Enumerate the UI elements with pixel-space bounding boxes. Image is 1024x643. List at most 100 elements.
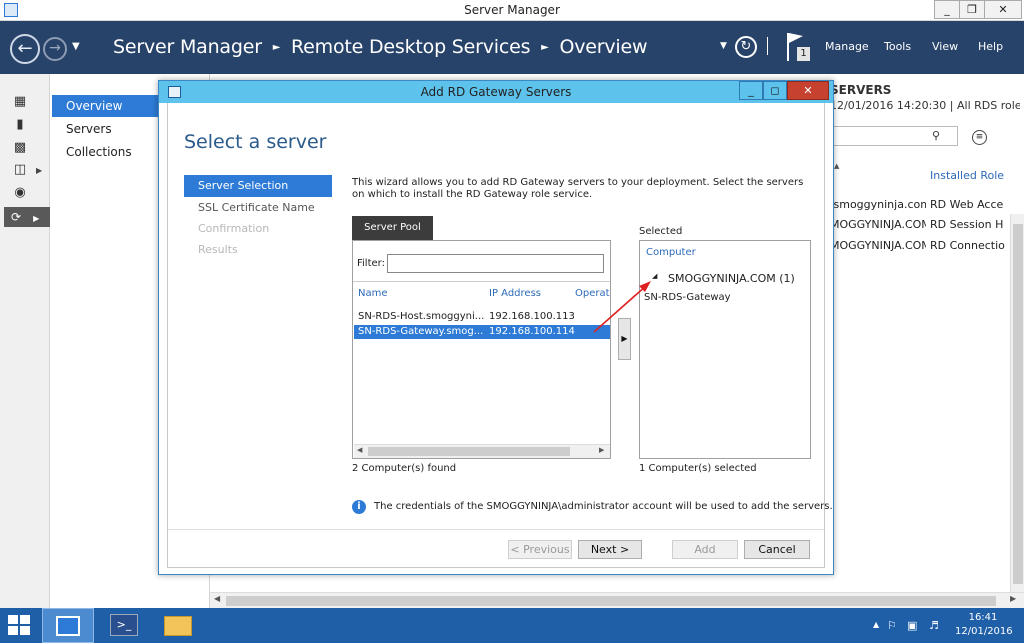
menu-manage[interactable]: Manage	[825, 40, 869, 53]
vertical-scrollbar[interactable]	[1010, 214, 1024, 594]
cancel-button[interactable]: Cancel	[744, 540, 810, 559]
filter-label: Filter:	[357, 258, 385, 269]
window-title: Server Manager	[464, 3, 560, 17]
server-pool-panel: Filter: Name IP Address Operat SN-RDS-Ho…	[352, 240, 611, 459]
file-storage-icon[interactable]: ◫	[10, 162, 30, 180]
computers-selected-count: 1 Computer(s) selected	[639, 463, 757, 474]
column-ip-address[interactable]: IP Address	[489, 288, 541, 299]
previous-button[interactable]: < Previous	[508, 540, 572, 559]
notification-count-badge: 1	[797, 47, 810, 61]
dialog-close-button[interactable]: ✕	[787, 81, 829, 100]
clock-date[interactable]: 12/01/2016	[955, 626, 1013, 637]
bg-row-role: RD Web Acce	[930, 198, 1004, 211]
servers-found-count: 2 Computer(s) found	[352, 463, 457, 474]
refresh-dropdown-icon[interactable]: ▼	[720, 41, 727, 51]
column-computer[interactable]: Computer	[646, 247, 696, 258]
tray-action-center-icon[interactable]: ⚐	[887, 619, 897, 632]
menu-tools[interactable]: Tools	[884, 40, 911, 53]
horizontal-scrollbar[interactable]: ◀ ▶	[210, 592, 1024, 608]
scrollbar-thumb[interactable]	[368, 447, 570, 456]
breadcrumb-remote-desktop-services[interactable]: Remote Desktop Services	[291, 36, 530, 58]
menu-help[interactable]: Help	[978, 40, 1003, 53]
bg-row-server: .smoggyninja.com	[830, 198, 926, 211]
button-row-divider	[168, 529, 824, 530]
bg-row-role: RD Connectio	[930, 239, 1005, 252]
remote-desktop-services-icon[interactable]: ⟳ ▶	[4, 207, 50, 227]
next-button[interactable]: Next >	[578, 540, 642, 559]
maximize-button[interactable]: ❐	[959, 0, 985, 19]
tray-expand-icon[interactable]: ▲	[873, 620, 879, 629]
scroll-right-icon[interactable]: ▶	[1010, 594, 1016, 603]
step-confirmation: Confirmation	[198, 222, 270, 235]
bg-row-server: MOGGYNINJA.COM	[830, 218, 926, 231]
history-dropdown-icon[interactable]: ▼	[72, 41, 80, 52]
credentials-info-text: The credentials of the SMOGGYNINJA\admin…	[374, 501, 833, 512]
info-icon: i	[352, 500, 366, 514]
tray-volume-icon[interactable]: ♬	[929, 619, 939, 632]
row-ip: 192.168.100.114	[489, 326, 575, 337]
breadcrumb-separator-icon: ►	[272, 42, 281, 53]
annotation-arrow	[593, 281, 651, 333]
scroll-left-icon[interactable]: ◀	[214, 594, 220, 603]
scrollbar-thumb[interactable]	[1013, 224, 1023, 584]
annotation-arrow-line	[593, 284, 648, 333]
tray-network-icon[interactable]: ▣	[907, 619, 917, 632]
forward-arrow-icon[interactable]: →	[43, 37, 67, 61]
servers-heading: SERVERS	[830, 83, 892, 97]
selected-group-domain: SMOGGYNINJA.COM (1)	[668, 272, 795, 285]
column-installed-roles[interactable]: Installed Role	[930, 169, 1020, 182]
nav-icon-rail: ▦ ▮ ▩ ▶ ◫ ◉ ⟳ ▶	[0, 74, 50, 608]
scroll-right-icon[interactable]: ▶	[599, 446, 604, 454]
taskbar-file-explorer-icon[interactable]	[164, 616, 192, 636]
dialog-minimize-button[interactable]: _	[739, 81, 763, 100]
window-titlebar: Server Manager _ ❐ ✕	[0, 0, 1024, 21]
expand-arrow-icon[interactable]: ▶	[36, 166, 42, 175]
add-button[interactable]: Add	[672, 540, 738, 559]
add-rd-gateway-dialog: Add RD Gateway Servers _ ◻ ✕ Select a se…	[158, 80, 834, 575]
refresh-icon[interactable]: ↻	[735, 36, 757, 58]
taskbar-server-manager-icon[interactable]	[42, 608, 94, 643]
row-ip: 192.168.100.113	[489, 311, 575, 322]
all-servers-icon[interactable]: ▩	[10, 140, 30, 158]
notifications-flag-icon[interactable]: 1	[787, 33, 811, 63]
close-button[interactable]: ✕	[984, 0, 1022, 19]
header-divider	[767, 37, 768, 55]
breadcrumb-overview: Overview	[559, 36, 648, 58]
last-refreshed-text: 12/01/2016 14:20:30 | All RDS role	[830, 99, 1020, 112]
step-server-selection[interactable]: Server Selection	[184, 175, 332, 197]
tab-server-pool[interactable]: Server Pool	[352, 216, 433, 240]
pool-horizontal-scrollbar[interactable]: ◀ ▶	[354, 444, 610, 458]
menu-view[interactable]: View	[932, 40, 958, 53]
dashboard-icon[interactable]: ▦	[10, 94, 30, 112]
breadcrumb-server-manager[interactable]: Server Manager	[113, 36, 262, 58]
dialog-maximize-button[interactable]: ◻	[763, 81, 787, 100]
wizard-description: This wizard allows you to add RD Gateway…	[352, 177, 804, 200]
clock-time[interactable]: 16:41	[955, 612, 1011, 623]
dialog-body: Select a server Server Selection SSL Cer…	[167, 103, 833, 568]
taskbar-powershell-icon[interactable]: >_	[110, 614, 138, 636]
scrollbar-thumb[interactable]	[226, 596, 996, 606]
view-options-icon[interactable]: ≡	[972, 130, 987, 145]
iis-icon[interactable]: ◉	[10, 185, 30, 203]
back-arrow-icon[interactable]: ←	[10, 34, 40, 64]
column-name[interactable]: Name	[358, 288, 388, 299]
dialog-titlebar: Add RD Gateway Servers _ ◻ ✕	[159, 81, 833, 103]
scroll-left-icon[interactable]: ◀	[357, 446, 362, 454]
wizard-heading: Select a server	[184, 131, 327, 153]
row-name: SN-RDS-Host.smoggyni...	[358, 311, 485, 322]
taskbar: >_ ▲ ⚐ ▣ ♬ 16:41 12/01/2016	[0, 608, 1024, 643]
table-row-selected[interactable]: SN-RDS-Gateway.smog... 192.168.100.114	[354, 325, 610, 339]
dialog-title: Add RD Gateway Servers	[420, 85, 572, 99]
filter-input[interactable]	[387, 254, 604, 273]
search-icon[interactable]: ⚲	[932, 129, 940, 142]
minimize-button[interactable]: _	[934, 0, 960, 19]
table-row[interactable]: SN-RDS-Host.smoggyni... 192.168.100.113	[354, 311, 610, 324]
row-name: SN-RDS-Gateway.smog...	[358, 326, 484, 337]
selected-label: Selected	[639, 226, 683, 237]
pool-header-divider	[353, 281, 610, 282]
sort-arrow-icon: ▲	[834, 162, 840, 170]
breadcrumb: Server Manager ► Remote Desktop Services…	[113, 36, 648, 58]
start-windows-icon[interactable]	[8, 615, 30, 635]
local-server-icon[interactable]: ▮	[10, 117, 30, 135]
step-ssl-certificate-name[interactable]: SSL Certificate Name	[184, 197, 332, 219]
